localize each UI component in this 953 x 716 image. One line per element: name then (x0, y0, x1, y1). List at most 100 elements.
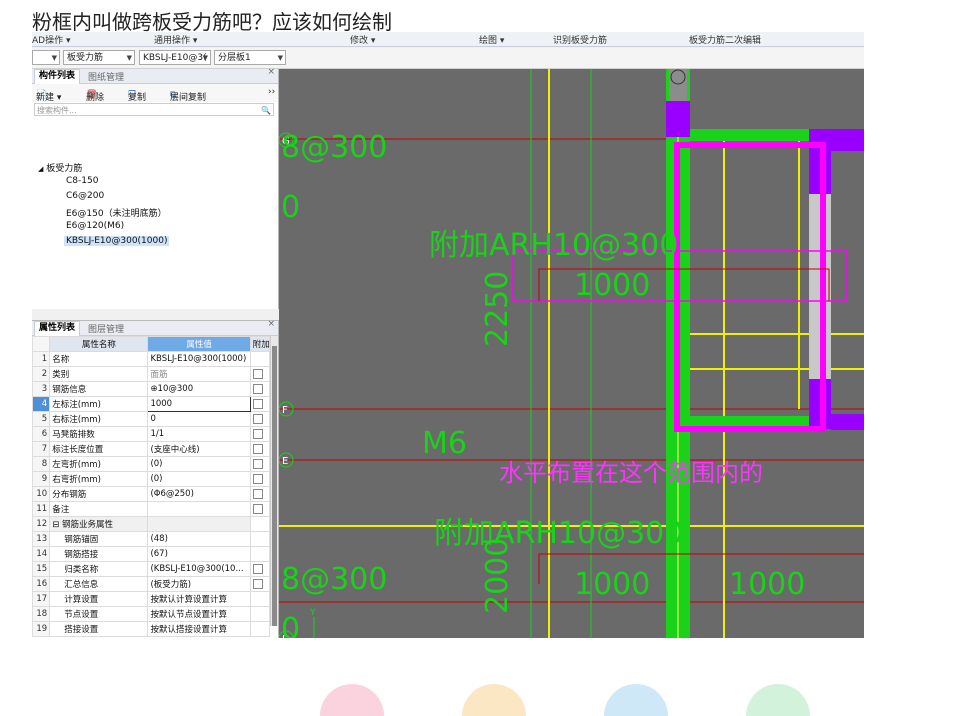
tree-item-e6-120[interactable]: E6@120(M6) (66, 221, 124, 231)
extra-checkbox-cell (249, 516, 271, 532)
property-name: 备注 (49, 501, 149, 517)
layer-combo[interactable]: 分层板1 ▼ (214, 50, 286, 65)
property-value[interactable]: (KBSLJ-E10@300(10... (147, 561, 251, 577)
property-name: 标注长度位置 (49, 441, 149, 457)
extra-checkbox-cell (249, 606, 271, 622)
property-value[interactable]: 按默认节点设置计算 (147, 606, 251, 622)
cad-label-span-b2: 1000 (729, 567, 805, 602)
property-row[interactable]: 15 归类名称 (KBSLJ-E10@300(10... (32, 561, 271, 577)
component-search-input[interactable]: 搜索构件... 🔍 (34, 103, 274, 116)
more-button[interactable]: ›› (268, 87, 275, 97)
extra-checkbox[interactable] (252, 488, 263, 499)
property-row[interactable]: 16 汇总信息 (板受力筋) (32, 576, 271, 592)
menu-identify-rebar[interactable]: 识别板受力筋 (553, 33, 607, 46)
property-row[interactable]: 10 分布钢筋 (Φ6@250) (32, 486, 271, 502)
cad-drawing: G F E D 8@300 0 附加ARH10@300 1000 2250 M6… (279, 69, 864, 638)
tree-item-c6[interactable]: C6@200 (66, 191, 104, 201)
property-row[interactable]: 12 ⊟ 钢筋业务属性 (32, 516, 271, 532)
row-number: 11 (32, 501, 51, 517)
extra-checkbox-cell (249, 396, 271, 412)
property-value[interactable]: KBSLJ-E10@300(1000) (147, 351, 251, 367)
property-row[interactable]: 8 左弯折(mm) (0) (32, 456, 271, 472)
cad-label-arh-top: 附加ARH10@300 (429, 228, 678, 263)
property-row[interactable]: 11 备注 (32, 501, 271, 517)
property-value[interactable]: (Φ6@250) (147, 486, 251, 502)
property-row[interactable]: 1 名称 KBSLJ-E10@300(1000) (32, 351, 271, 367)
tab-drawing-manage[interactable]: 图纸管理 (84, 70, 128, 83)
scrollbar-thumb[interactable] (272, 346, 277, 626)
property-scrollbar[interactable] (270, 336, 278, 626)
tab-component-list[interactable]: 构件列表 (34, 69, 81, 84)
extra-checkbox[interactable] (252, 368, 263, 379)
property-value[interactable]: (支座中心线) (147, 441, 251, 457)
property-row[interactable]: 19 搭接设置 按默认搭接设置计算 (32, 621, 271, 637)
property-row[interactable]: 2 类别 面筋 (32, 366, 271, 382)
extra-checkbox-cell (249, 441, 271, 457)
property-row[interactable]: 5 右标注(mm) 0 (32, 411, 271, 427)
extra-checkbox[interactable] (252, 398, 263, 409)
collapse-icon[interactable]: ◢ (38, 165, 43, 173)
extra-checkbox[interactable] (252, 383, 263, 394)
menu-draw[interactable]: 绘图 ▾ (479, 33, 504, 46)
search-icon[interactable]: 🔍 (261, 104, 271, 117)
property-row[interactable]: 18 节点设置 按默认节点设置计算 (32, 606, 271, 622)
property-value[interactable]: 0 (147, 411, 251, 427)
extra-checkbox[interactable] (252, 413, 263, 424)
extra-checkbox[interactable] (252, 563, 263, 574)
row-number: 14 (32, 546, 51, 562)
property-row[interactable]: 14 钢筋搭接 (67) (32, 546, 271, 562)
property-row[interactable]: 4 左标注(mm) 1000 (32, 396, 271, 412)
property-value[interactable]: (板受力筋) (147, 576, 251, 592)
tree-root[interactable]: ◢ 板受力筋 (38, 161, 82, 174)
property-value[interactable]: 按默认搭接设置计算 (147, 621, 251, 637)
property-name: 搭接设置 (49, 621, 149, 637)
close-icon[interactable]: × (267, 319, 275, 329)
component-combo[interactable]: KBSLJ-E10@3(▼ (139, 50, 211, 65)
property-value[interactable]: (67) (147, 546, 251, 562)
tab-layer-manage[interactable]: 图层管理 (84, 322, 128, 335)
cad-label-top-rebar: 8@300 (281, 130, 387, 165)
extra-checkbox[interactable] (252, 578, 263, 589)
extra-checkbox[interactable] (252, 443, 263, 454)
property-value[interactable]: (0) (147, 471, 251, 487)
extra-checkbox-cell (249, 456, 271, 472)
menu-modify[interactable]: 修改 ▾ (350, 33, 375, 46)
property-row[interactable]: 6 马凳筋排数 1/1 (32, 426, 271, 442)
extra-checkbox[interactable] (252, 458, 263, 469)
close-icon[interactable]: × (267, 67, 275, 77)
property-row[interactable]: 13 钢筋锚固 (48) (32, 531, 271, 547)
property-row[interactable]: 9 右弯折(mm) (0) (32, 471, 271, 487)
floor-combo[interactable]: ▼ (32, 50, 60, 65)
row-number: 4 (32, 396, 51, 412)
extra-checkbox[interactable] (252, 428, 263, 439)
property-value[interactable]: 1/1 (147, 426, 251, 442)
property-value[interactable]: 1000 (147, 396, 251, 412)
row-number: 13 (32, 531, 51, 547)
property-value[interactable]: (48) (147, 531, 251, 547)
property-row[interactable]: 3 钢筋信息 ⊕10@300 (32, 381, 271, 397)
type-combo[interactable]: 板受力筋 ▼ (63, 50, 135, 65)
property-value[interactable] (147, 516, 251, 532)
tree-item-c8[interactable]: C8-150 (66, 176, 98, 186)
property-value[interactable]: 面筋 (147, 366, 251, 382)
menu-common-ops[interactable]: 通用操作 ▾ (154, 33, 197, 46)
cad-label-zero-top: 0 (281, 190, 300, 225)
tree-item-e6-150[interactable]: E6@150（未注明底筋） (66, 206, 167, 219)
extra-checkbox[interactable] (252, 503, 263, 514)
extra-checkbox[interactable] (252, 473, 263, 484)
menu-rebar-edit[interactable]: 板受力筋二次编辑 (689, 33, 761, 46)
extra-checkbox-cell (249, 411, 271, 427)
tab-property-list[interactable]: 属性列表 (34, 321, 81, 336)
tree-item-kbslj[interactable]: KBSLJ-E10@300(1000) (64, 236, 170, 246)
property-name: 右弯折(mm) (49, 471, 149, 487)
menu-cad-ops[interactable]: AD操作 ▾ (32, 33, 70, 46)
cad-canvas[interactable]: G F E D 8@300 0 附加ARH10@300 1000 2250 M6… (279, 69, 864, 638)
property-value[interactable]: 按默认计算设置计算 (147, 591, 251, 607)
property-value[interactable]: ⊕10@300 (147, 381, 251, 397)
property-value[interactable] (147, 501, 251, 517)
property-row[interactable]: 7 标注长度位置 (支座中心线) (32, 441, 271, 457)
row-number: 2 (32, 366, 51, 382)
bubble-pink (320, 684, 384, 716)
property-value[interactable]: (0) (147, 456, 251, 472)
property-row[interactable]: 17 计算设置 按默认计算设置计算 (32, 591, 271, 607)
